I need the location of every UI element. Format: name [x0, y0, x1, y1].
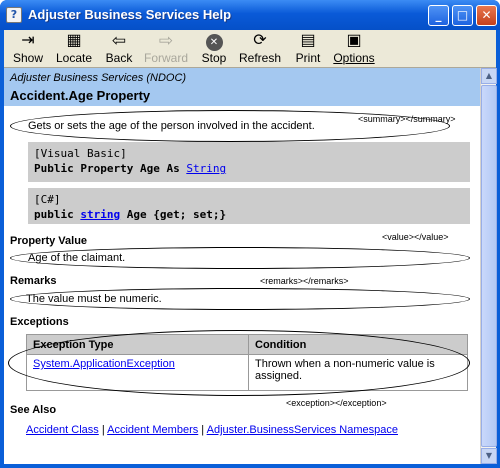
separator: |	[101, 424, 105, 436]
options-label: Options	[333, 51, 375, 65]
scroll-down-icon[interactable]: ▼	[481, 448, 497, 464]
forward-arrow-icon: ⇨	[158, 31, 174, 50]
page-title: Accident.Age Property	[10, 88, 151, 103]
print-label: Print	[295, 51, 321, 65]
show-button[interactable]: ⇥ Show	[10, 31, 46, 67]
cs-code-suffix: Age {get; set;}	[120, 208, 227, 221]
accident-members-link[interactable]: Accident Members	[107, 424, 198, 436]
help-app-icon: ?	[6, 7, 22, 23]
scroll-thumb[interactable]	[481, 85, 497, 447]
namespace-title: Adjuster Business Services (NDOC)	[10, 72, 187, 84]
locate-button[interactable]: ▦ Locate	[54, 31, 94, 67]
property-value-text: Age of the claimant.	[28, 252, 126, 264]
property-value-heading: Property Value	[10, 235, 88, 247]
remarks-tag-annotation: <remarks></remarks>	[260, 276, 349, 286]
see-also-links: Accident Class | Accident Members | Adju…	[26, 424, 398, 436]
exception-tag-annotation: <exception></exception>	[286, 398, 387, 408]
print-button[interactable]: ▤ Print	[292, 31, 324, 67]
minimize-button[interactable]: _	[428, 5, 449, 26]
locate-icon: ▦	[66, 32, 82, 49]
see-also-heading: See Also	[10, 404, 57, 416]
vb-string-type-link[interactable]: String	[186, 162, 226, 175]
summary-text: Gets or sets the age of the person invol…	[28, 120, 315, 132]
show-icon: ⇥	[21, 32, 35, 49]
vertical-scrollbar[interactable]: ▲ ▼	[480, 68, 497, 464]
options-icon: ▣	[346, 32, 362, 49]
vb-code: Public Property Age As	[34, 162, 187, 175]
cs-lang-label: [C#]	[34, 193, 61, 206]
back-arrow-icon: ⇦	[111, 31, 127, 50]
separator: |	[201, 424, 205, 436]
stop-button[interactable]: ✕ Stop	[198, 31, 230, 67]
back-button[interactable]: ⇦ Back	[102, 31, 136, 67]
locate-label: Locate	[55, 51, 93, 65]
title-bar[interactable]: ? Adjuster Business Services Help _ □ ✕	[0, 0, 500, 30]
vb-lang-label: [Visual Basic]	[34, 147, 127, 160]
print-icon: ▤	[300, 32, 316, 49]
accident-class-link[interactable]: Accident Class	[26, 424, 99, 436]
page-header: Adjuster Business Services (NDOC) Accide…	[4, 68, 480, 106]
vb-syntax-box: [Visual Basic] Public Property Age As St…	[28, 142, 470, 182]
help-content-pane[interactable]: Adjuster Business Services (NDOC) Accide…	[4, 68, 480, 464]
window-title: Adjuster Business Services Help	[28, 7, 232, 22]
toolbar: ⇥ Show ▦ Locate ⇦ Back ⇨ Forward ✕ Stop …	[4, 30, 496, 68]
remarks-heading: Remarks	[10, 275, 57, 287]
refresh-icon: ⟳	[253, 32, 267, 49]
refresh-label: Refresh	[238, 51, 282, 65]
back-label: Back	[105, 51, 133, 65]
refresh-button[interactable]: ⟳ Refresh	[238, 31, 282, 67]
stop-icon-glyph: ✕	[205, 34, 223, 51]
value-tag-annotation: <value></value>	[382, 232, 449, 242]
exceptions-heading: Exceptions	[10, 316, 69, 328]
scroll-up-icon[interactable]: ▲	[481, 68, 497, 84]
maximize-button[interactable]: □	[452, 5, 473, 26]
namespace-link[interactable]: Adjuster.BusinessServices Namespace	[207, 424, 398, 436]
exception-ellipse	[8, 330, 470, 396]
help-window: ? Adjuster Business Services Help _ □ ✕ …	[0, 0, 500, 468]
forward-button[interactable]: ⇨ Forward	[144, 31, 188, 67]
remarks-text: The value must be numeric.	[26, 293, 162, 305]
cs-syntax-box: [C#] public string Age {get; set;}	[28, 188, 470, 224]
forward-label: Forward	[144, 51, 189, 65]
cs-string-type-link[interactable]: string	[80, 208, 120, 221]
close-button[interactable]: ✕	[476, 5, 497, 26]
show-label: Show	[12, 51, 44, 65]
cs-code-prefix: public	[34, 208, 81, 221]
window-bottom-border	[0, 464, 500, 468]
stop-label: Stop	[201, 51, 227, 65]
options-button[interactable]: ▣ Options	[332, 31, 376, 67]
stop-icon: ✕	[198, 31, 230, 51]
